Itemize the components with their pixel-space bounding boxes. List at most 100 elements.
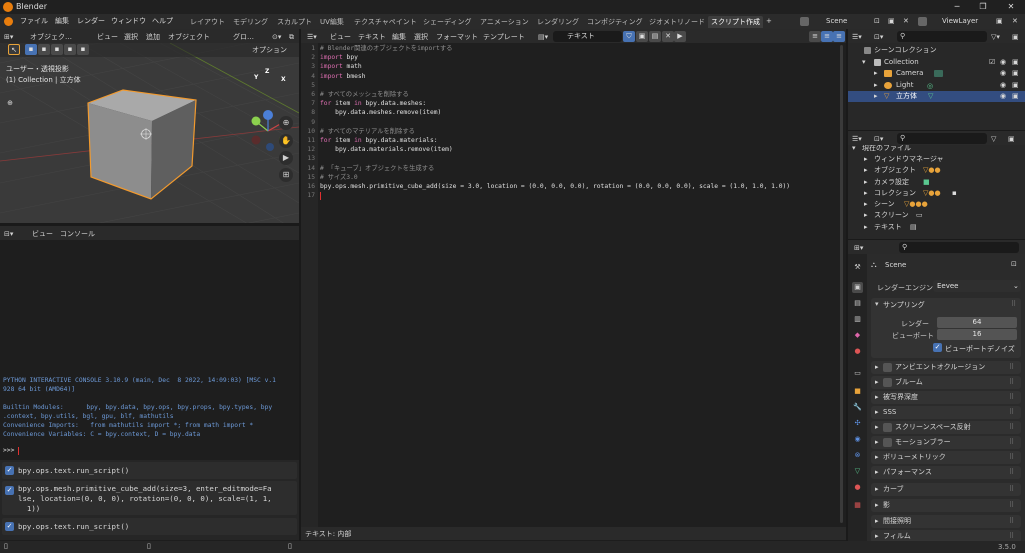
- panel-bloom[interactable]: ▸ ブルーム ⠿: [871, 376, 1021, 389]
- tab-sculpt[interactable]: スカルプト: [274, 16, 315, 28]
- select-subtract-icon[interactable]: ▪: [51, 44, 63, 55]
- file-item[interactable]: ▸ カメラ設定 ■: [848, 177, 1025, 188]
- menu-window[interactable]: ウィンドウ: [111, 16, 146, 27]
- visibility-eye-icon[interactable]: ◉: [1000, 68, 1006, 79]
- editor-scrollbar[interactable]: [840, 45, 843, 523]
- text-editor-type-icon[interactable]: ☰▾: [307, 32, 317, 42]
- 3d-viewport[interactable]: Z X Y ユーザー・透視投影 (1) Collection | 立方体 ↖ ▪…: [0, 43, 299, 223]
- file-item[interactable]: ▸ コレクション ▽●● ▪: [848, 188, 1025, 199]
- view-layer-tab-icon[interactable]: ▥: [852, 314, 863, 325]
- viewport-options[interactable]: オプション: [252, 45, 287, 55]
- unlink-text-icon[interactable]: ✕: [662, 31, 674, 42]
- select-new-icon[interactable]: ▪: [25, 44, 37, 55]
- text-menu-format[interactable]: フォーマット: [436, 32, 478, 42]
- select-invert-icon[interactable]: ▪: [64, 44, 76, 55]
- expand-down-icon[interactable]: ▾: [862, 57, 866, 68]
- constraints-tab-icon[interactable]: ⊗: [852, 450, 863, 461]
- new-text-icon[interactable]: ▣: [636, 31, 648, 42]
- checkbox-icon[interactable]: ☑: [989, 57, 995, 68]
- open-text-icon[interactable]: ▤: [649, 31, 661, 42]
- snap-icon[interactable]: ⧉: [289, 32, 294, 42]
- file-item[interactable]: ▸ テキスト ▤: [848, 222, 1025, 233]
- expand-down-icon[interactable]: ▾: [852, 145, 856, 154]
- file-item[interactable]: ▸ ウィンドウマネージャ: [848, 154, 1025, 165]
- outliner-item-light[interactable]: ▸ Light ◎ ◉ ▣: [848, 80, 1025, 91]
- area-divider[interactable]: [848, 130, 1025, 131]
- outliner[interactable]: シーンコレクション ▾ Collection ☑ ◉ ▣ ▸ Camera ◉ …: [848, 43, 1025, 130]
- area-divider[interactable]: [848, 239, 1025, 240]
- properties-editor-type-icon[interactable]: ⊞▾: [854, 243, 863, 253]
- visibility-eye-icon[interactable]: ◉: [1000, 80, 1006, 91]
- world-tab-icon[interactable]: ●: [852, 346, 863, 357]
- menu-select[interactable]: 選択: [124, 32, 138, 42]
- scene-selector[interactable]: Scene: [812, 16, 870, 27]
- tab-layout[interactable]: レイアウト: [187, 16, 228, 28]
- panel-sss[interactable]: ▸ SSS ⠿: [871, 406, 1021, 419]
- tab-geometry-nodes[interactable]: ジオメトリノード: [646, 16, 708, 28]
- pivot-icon[interactable]: ⊙▾: [272, 32, 281, 42]
- panel-volumetrics[interactable]: ▸ ボリューメトリック ⠿: [871, 451, 1021, 464]
- menu-object[interactable]: オブジェクト: [168, 32, 210, 42]
- panel-enable-checkbox[interactable]: [883, 423, 892, 432]
- minimize-icon[interactable]: ─: [950, 1, 964, 13]
- select-extend-icon[interactable]: ▪: [38, 44, 50, 55]
- area-divider[interactable]: [846, 29, 848, 541]
- tab-rendering[interactable]: レンダリング: [534, 16, 582, 28]
- text-browse-icon[interactable]: ▤▾: [538, 32, 548, 42]
- outliner-collection[interactable]: ▾ Collection ☑ ◉ ▣: [848, 57, 1025, 68]
- delete-scene-icon[interactable]: ✕: [903, 16, 909, 27]
- area-divider[interactable]: [0, 223, 299, 226]
- delete-view-layer-icon[interactable]: ✕: [1012, 16, 1018, 27]
- cursor-tool-icon[interactable]: ⊕: [4, 98, 16, 109]
- blender-menu-icon[interactable]: [4, 17, 13, 26]
- viewport-samples-field[interactable]: 16: [937, 329, 1017, 340]
- text-name-field[interactable]: テキスト: [553, 31, 622, 42]
- gizmo-x-label[interactable]: X: [281, 76, 286, 83]
- tab-uv-editing[interactable]: UV編集: [317, 16, 347, 28]
- console-menu-view[interactable]: ビュー: [32, 229, 53, 239]
- expand-right-icon[interactable]: ▸: [874, 91, 878, 102]
- blend-search-input[interactable]: [897, 133, 987, 144]
- menu-add[interactable]: 追加: [146, 32, 160, 42]
- info-report[interactable]: ✓ bpy.ops.text.run_script(): [2, 518, 297, 535]
- pin-icon[interactable]: ⊡: [874, 16, 880, 27]
- texture-tab-icon[interactable]: ▦: [852, 500, 863, 511]
- word-wrap-toggle-icon[interactable]: ≡: [821, 31, 833, 42]
- view-layer-selector[interactable]: ViewLayer: [928, 16, 986, 27]
- console-menu-console[interactable]: コンソール: [60, 229, 95, 239]
- info-report[interactable]: ✓ bpy.ops.mesh.primitive_cube_add(size=3…: [2, 481, 297, 515]
- file-item[interactable]: ▸ オブジェクト ▽●●: [848, 165, 1025, 176]
- blend-display-mode-icon[interactable]: ⊡▾: [874, 134, 883, 144]
- menu-help[interactable]: ヘルプ: [152, 16, 173, 27]
- file-item[interactable]: ▸ スクリーン ▭: [848, 210, 1025, 221]
- collection-tab-icon[interactable]: ▭: [852, 368, 863, 379]
- text-menu-edit[interactable]: 編集: [392, 32, 406, 42]
- panel-film[interactable]: ▸ フィルム ⠿: [871, 530, 1021, 541]
- scene-icon[interactable]: [800, 17, 809, 26]
- text-editor[interactable]: 1 2 3 4 5 6 7 8 9 10 11 12 13 14 15 16 1…: [301, 43, 846, 527]
- transform-orientation[interactable]: グロ…: [233, 32, 254, 42]
- panel-performance[interactable]: ▸ パフォーマンス ⠿: [871, 466, 1021, 479]
- new-scene-icon[interactable]: ▣: [888, 16, 895, 27]
- outliner-search-input[interactable]: [897, 31, 987, 42]
- add-workspace-icon[interactable]: +: [766, 16, 772, 27]
- physics-tab-icon[interactable]: ◉: [852, 434, 863, 445]
- file-item[interactable]: ▸ シーン ▽●●●: [848, 199, 1025, 210]
- pan-hand-icon[interactable]: ✋: [279, 134, 293, 148]
- data-tab-icon[interactable]: ▽: [852, 466, 863, 477]
- tab-texture-paint[interactable]: テクスチャペイント: [351, 16, 420, 28]
- outliner-item-cube[interactable]: ▸ ▽ 立方体 ▽ ◉ ▣: [848, 91, 1025, 102]
- tab-scripting[interactable]: スクリプト作成: [708, 16, 763, 28]
- material-tab-icon[interactable]: ●: [852, 482, 863, 493]
- panel-enable-checkbox[interactable]: [883, 378, 892, 387]
- new-collection-icon[interactable]: ▣: [1012, 32, 1019, 42]
- run-script-icon[interactable]: ▶: [674, 31, 686, 42]
- properties-search-input[interactable]: [899, 242, 1019, 253]
- close-icon[interactable]: ✕: [1004, 1, 1018, 13]
- menu-file[interactable]: ファイル: [20, 16, 48, 27]
- panel-indirect-lighting[interactable]: ▸ 間接照明 ⠿: [871, 515, 1021, 528]
- viewport-denoise-checkbox[interactable]: ✓: [933, 343, 942, 352]
- panel-screen-space-reflections[interactable]: ▸ スクリーンスペース反射 ⠿: [871, 421, 1021, 434]
- camera-view-icon[interactable]: ▶: [279, 151, 293, 165]
- sampling-panel-header[interactable]: サンプリング: [883, 300, 925, 310]
